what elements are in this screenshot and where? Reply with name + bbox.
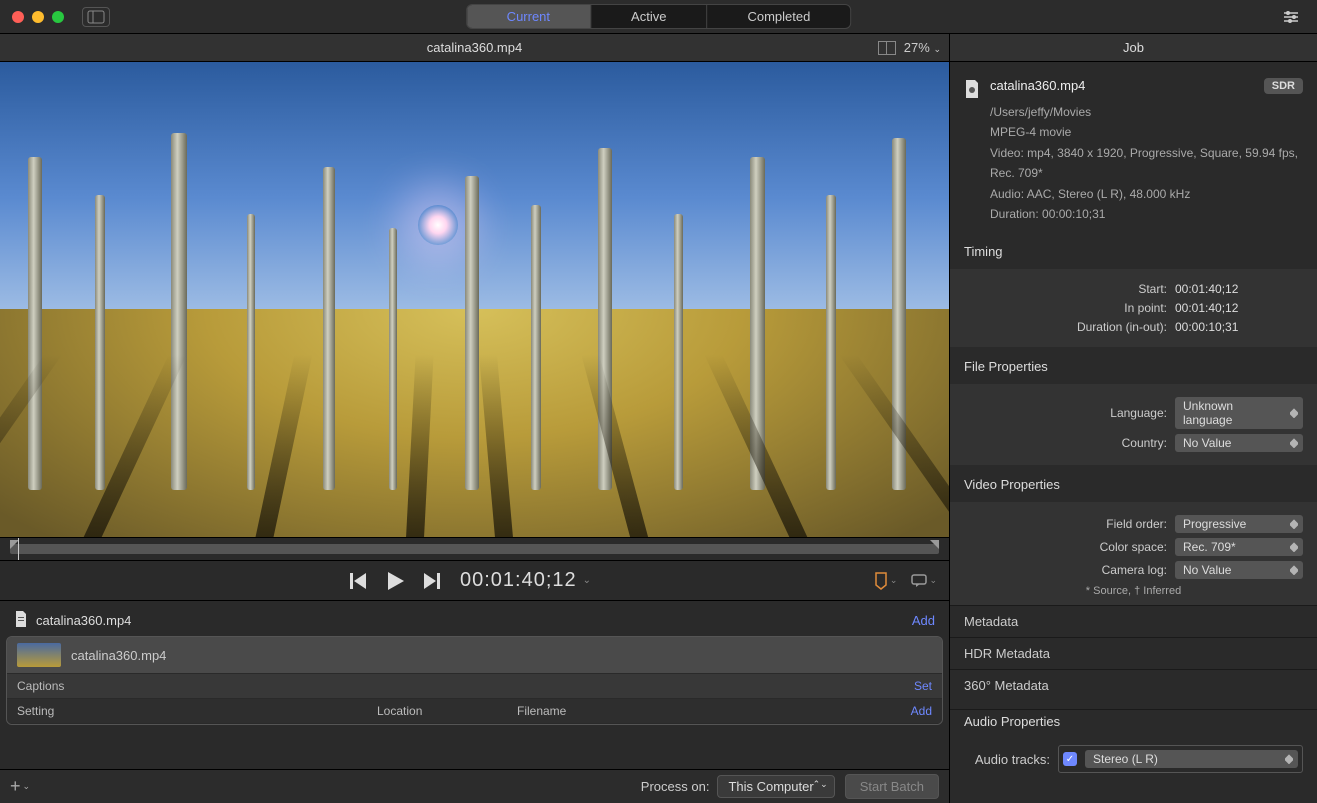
hdr-metadata-section[interactable]: HDR Metadata <box>950 637 1317 669</box>
country-label: Country: <box>964 436 1175 450</box>
preview-image <box>0 62 949 537</box>
batch-add-link[interactable]: Add <box>912 613 935 628</box>
batch-source-row[interactable]: catalina360.mp4 <box>7 637 942 674</box>
inpoint-value: 00:01:40;12 <box>1175 301 1303 315</box>
start-batch-button[interactable]: Start Batch <box>845 774 939 799</box>
prev-frame-button[interactable] <box>350 573 366 589</box>
settings-header-row: Setting Location Filename Add <box>7 699 942 724</box>
video-props-group: Field order:Progressive Color space:Rec.… <box>950 502 1317 605</box>
fullscreen-window-button[interactable] <box>52 11 64 23</box>
inpoint-label: In point: <box>964 301 1175 315</box>
file-document-icon <box>964 80 982 100</box>
timing-group: Start:00:01:40;12 In point:00:01:40;12 D… <box>950 269 1317 347</box>
field-order-select[interactable]: Progressive <box>1175 515 1303 533</box>
audio-props-section-title: Audio Properties <box>950 709 1317 733</box>
col-setting: Setting <box>17 704 377 718</box>
comment-menu-button[interactable]: ⌄ <box>911 574 937 588</box>
next-frame-button[interactable] <box>424 573 440 589</box>
captions-row: Captions Set <box>7 674 942 699</box>
video-props-footnote: * Source, † Inferred <box>964 585 1303 597</box>
col-location: Location <box>377 704 517 718</box>
audio-tracks-label: Audio tracks: <box>964 752 1058 767</box>
file-props-section-title: File Properties <box>950 355 1317 378</box>
inspector-header: Job <box>950 34 1317 62</box>
start-label: Start: <box>964 282 1175 296</box>
video-preview[interactable] <box>0 62 949 537</box>
camera-log-label: Camera log: <box>964 563 1175 577</box>
audio-track-checkbox[interactable] <box>1063 752 1077 766</box>
batch-list: catalina360.mp4 Captions Set Setting Loc… <box>6 636 943 725</box>
compare-view-button[interactable] <box>878 41 896 55</box>
file-info-section: catalina360.mp4 SDR /Users/jeffy/Movies … <box>950 70 1317 232</box>
source-thumbnail <box>17 643 61 667</box>
audio-track-select[interactable]: Stereo (L R) <box>1085 750 1298 768</box>
sdr-badge: SDR <box>1264 78 1303 94</box>
language-select[interactable]: Unknown language <box>1175 397 1303 429</box>
file-props-group: Language:Unknown language Country:No Val… <box>950 384 1317 465</box>
zoom-level-dropdown[interactable]: 27% ⌄ <box>904 40 941 55</box>
color-space-select[interactable]: Rec. 709* <box>1175 538 1303 556</box>
minimize-window-button[interactable] <box>32 11 44 23</box>
tab-completed[interactable]: Completed <box>707 5 850 28</box>
camera-log-select[interactable]: No Value <box>1175 561 1303 579</box>
job-document-icon <box>14 611 28 630</box>
file-duration: Duration: 00:00:10;31 <box>990 204 1303 224</box>
file-path: /Users/jeffy/Movies <box>990 102 1303 122</box>
file-container: MPEG-4 movie <box>990 122 1303 142</box>
timeline-track[interactable] <box>10 544 939 554</box>
duration-label: Duration (in-out): <box>964 320 1175 334</box>
source-filename: catalina360.mp4 <box>71 648 166 663</box>
audio-tracks-row: Audio tracks: Stereo (L R) <box>950 739 1317 779</box>
left-pane: catalina360.mp4 27% ⌄ <box>0 34 950 803</box>
process-on-select[interactable]: This Computer ⌃⌄ <box>717 775 834 798</box>
process-on-label: Process on: <box>641 779 710 794</box>
batch-panel: catalina360.mp4 Add catalina360.mp4 Capt… <box>0 601 949 769</box>
country-select[interactable]: No Value <box>1175 434 1303 452</box>
video-props-section-title: Video Properties <box>950 473 1317 496</box>
inspector-panel: Job catalina360.mp4 SDR /Users/jeffy/Mov… <box>950 34 1317 803</box>
preview-header: catalina360.mp4 27% ⌄ <box>0 34 949 62</box>
out-point-handle[interactable] <box>930 540 939 549</box>
file-name: catalina360.mp4 <box>990 78 1085 93</box>
captions-set-link[interactable]: Set <box>914 679 932 693</box>
play-button[interactable] <box>386 572 404 590</box>
captions-label: Captions <box>17 679 64 693</box>
timing-section-title: Timing <box>950 240 1317 263</box>
field-order-label: Field order: <box>964 517 1175 531</box>
sidebar-toggle-button[interactable] <box>82 7 110 27</box>
titlebar: Current Active Completed <box>0 0 1317 34</box>
duration-value: 00:00:10;31 <box>1175 320 1303 334</box>
add-menu-button[interactable]: +⌄ <box>10 776 30 797</box>
360-metadata-section[interactable]: 360° Metadata <box>950 669 1317 701</box>
batch-job-header: catalina360.mp4 Add <box>6 605 943 636</box>
marker-menu-button[interactable]: ⌄ <box>874 573 898 589</box>
file-video-info: Video: mp4, 3840 x 1920, Progressive, Sq… <box>990 143 1303 184</box>
timeline[interactable] <box>0 537 949 561</box>
preview-title: catalina360.mp4 <box>427 40 522 55</box>
file-audio-info: Audio: AAC, Stereo (L R), 48.000 kHz <box>990 184 1303 204</box>
close-window-button[interactable] <box>12 11 24 23</box>
transport-bar: 00:01:40;12 ⌄ ⌄ ⌄ <box>0 561 949 601</box>
batch-job-title: catalina360.mp4 <box>36 613 131 628</box>
footer-bar: +⌄ Process on: This Computer ⌃⌄ Start Ba… <box>0 769 949 803</box>
metadata-section[interactable]: Metadata <box>950 605 1317 637</box>
start-value: 00:01:40;12 <box>1175 282 1303 296</box>
language-label: Language: <box>964 406 1175 420</box>
tab-current[interactable]: Current <box>467 5 591 28</box>
file-metadata: /Users/jeffy/Movies MPEG-4 movie Video: … <box>990 102 1303 224</box>
view-tabs: Current Active Completed <box>466 4 852 29</box>
inspector-toggle-button[interactable] <box>1277 7 1305 27</box>
playhead[interactable] <box>18 538 19 560</box>
col-filename: Filename <box>517 704 911 718</box>
timecode-display[interactable]: 00:01:40;12 ⌄ <box>460 569 592 592</box>
tab-active[interactable]: Active <box>591 5 707 28</box>
settings-add-link[interactable]: Add <box>911 704 932 718</box>
color-space-label: Color space: <box>964 540 1175 554</box>
window-controls <box>12 11 64 23</box>
